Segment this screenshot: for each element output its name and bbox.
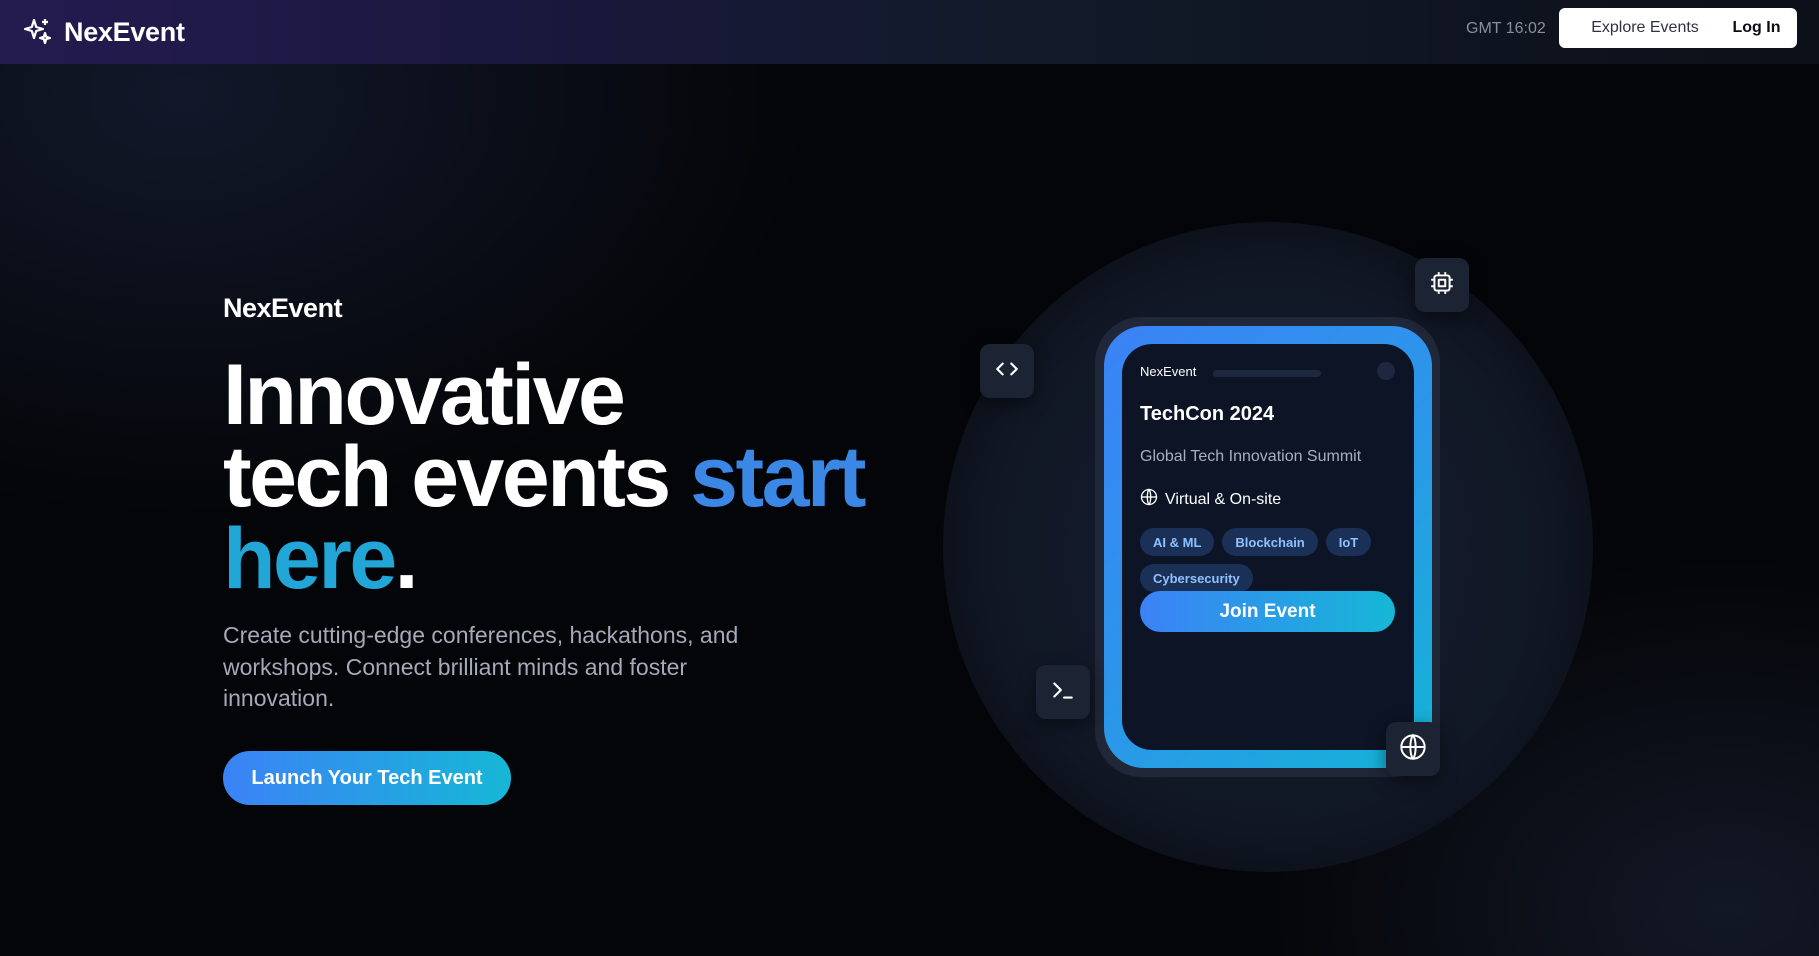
sparkles-icon bbox=[20, 15, 54, 49]
card-placeholder-bar bbox=[1213, 370, 1321, 377]
brand-logo[interactable]: NexEvent bbox=[20, 12, 185, 52]
tag-iot[interactable]: IoT bbox=[1325, 528, 1372, 556]
headline-accent-here: here bbox=[223, 511, 397, 607]
hero-headline: Innovative tech events start here. bbox=[223, 352, 943, 602]
event-title: TechCon 2024 bbox=[1140, 403, 1275, 425]
tag-blockchain[interactable]: Blockchain bbox=[1222, 528, 1318, 556]
join-event-button[interactable]: Join Event bbox=[1140, 591, 1395, 632]
event-subtitle: Global Tech Innovation Summit bbox=[1140, 448, 1362, 465]
top-nav: NexEvent GMT 16:02 Explore Events Log In bbox=[0, 0, 1819, 64]
event-tags: AI & ML Blockchain IoT Cybersecurity bbox=[1140, 528, 1400, 592]
launch-event-button[interactable]: Launch Your Tech Event bbox=[223, 751, 511, 805]
terminal-icon bbox=[1050, 677, 1076, 708]
hero-brand: NexEvent bbox=[223, 293, 343, 323]
headline-period: . bbox=[394, 511, 419, 607]
globe-icon bbox=[1140, 488, 1158, 511]
code-icon bbox=[994, 356, 1020, 387]
event-mode-label: Virtual & On-site bbox=[1165, 490, 1282, 508]
brand-name: NexEvent bbox=[64, 16, 185, 47]
tag-ai-ml[interactable]: AI & ML bbox=[1140, 528, 1215, 556]
code-float-button[interactable] bbox=[980, 344, 1034, 398]
terminal-float-button[interactable] bbox=[1036, 665, 1090, 719]
tag-cybersecurity[interactable]: Cybersecurity bbox=[1140, 564, 1253, 592]
login-button[interactable]: Log In bbox=[1716, 8, 1797, 48]
card-placeholder-dot bbox=[1377, 362, 1395, 380]
cpu-chip-icon bbox=[1429, 270, 1455, 301]
event-mode: Virtual & On-site bbox=[1140, 488, 1281, 511]
globe-float-button[interactable] bbox=[1386, 722, 1440, 776]
landing-page: NexEvent GMT 16:02 Explore Events Log In… bbox=[0, 0, 1819, 956]
globe-icon bbox=[1399, 733, 1427, 766]
hero-description: Create cutting-edge conferences, hackath… bbox=[223, 622, 739, 711]
timezone-clock: GMT 16:02 bbox=[1466, 20, 1546, 37]
explore-events-button[interactable]: Explore Events bbox=[1559, 8, 1731, 48]
chip-float-button[interactable] bbox=[1415, 258, 1469, 312]
headline-accent-start: start bbox=[690, 429, 866, 525]
card-brand: NexEvent bbox=[1140, 364, 1197, 379]
